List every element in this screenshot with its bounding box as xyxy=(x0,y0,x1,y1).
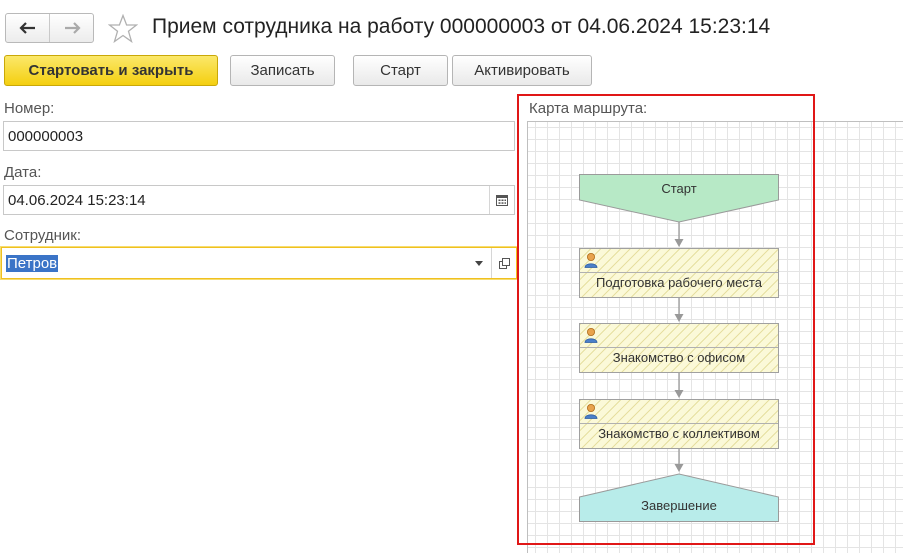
highlight-frame xyxy=(517,94,815,545)
